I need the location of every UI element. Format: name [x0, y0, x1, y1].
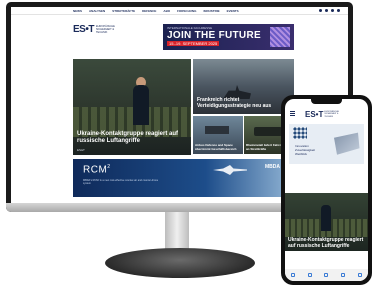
hero-meta: ES&T	[77, 148, 85, 152]
nav-item[interactable]: NEWS	[73, 9, 82, 13]
monitor-stand-base	[105, 248, 255, 278]
nav-item[interactable]: STREITKRÄFTE	[112, 9, 135, 13]
banner-jet-image	[213, 165, 247, 175]
nav-item[interactable]: ABO	[163, 9, 170, 13]
monitor-stand-neck	[165, 212, 189, 252]
browser-toolbar	[285, 269, 368, 281]
banner-brand: RCM2	[83, 164, 111, 175]
social-icon[interactable]	[331, 9, 334, 12]
ad-date: 15.-19. SEPTEMBER 2025	[167, 41, 220, 46]
banner-brand-text: RCM	[83, 164, 108, 176]
secondary-article[interactable]: Frankreich richtet Verteidigungsstrategi…	[193, 59, 294, 114]
nav-item[interactable]: FORSCHUNG	[177, 9, 196, 13]
hamburger-menu-icon[interactable]	[290, 111, 295, 116]
card-title[interactable]: Airbus Defence and Space übernimmt Gesch…	[195, 143, 241, 151]
site-logo[interactable]: ES•T EUROPÄISCHE SICHERHEIT & TECHNIK	[73, 24, 124, 35]
site-navigation: NEWS ANALYSEN STREITKRÄFTE DEFENCE ABO F…	[11, 7, 348, 15]
mobile-site-logo[interactable]: ES•T EUROPÄISCHE SICHERHEIT & TECHNIK	[305, 110, 344, 119]
phone-notch	[311, 99, 342, 104]
mobile-hero-article[interactable]: Ukraine-Kontaktgruppe reagiert auf russi…	[285, 193, 368, 251]
hero-article[interactable]: Ukraine-Kontaktgruppe reagiert auf russi…	[73, 59, 191, 155]
card-image	[205, 126, 229, 134]
ad-list-item: Weitblick	[295, 152, 307, 156]
logo-subtitle: EUROPÄISCHE SICHERHEIT & TECHNIK	[95, 25, 115, 34]
mobile-hero-speaker	[321, 205, 331, 231]
ad-banner-join-the-future[interactable]: INTERNATIONALE FACHMESSE JOIN THE FUTURE…	[163, 24, 294, 50]
search-icon[interactable]	[337, 9, 340, 12]
logo-mark: ES•T	[73, 24, 94, 35]
article-card[interactable]: Airbus Defence and Space übernimmt Gesch…	[193, 116, 243, 154]
hero-image-speaker	[133, 85, 149, 125]
mobile-logo-subtitle: EUROPÄISCHE SICHERHEIT & TECHNIK	[324, 110, 339, 118]
banner-brand-sup: 2	[107, 164, 111, 170]
card-image	[254, 127, 282, 136]
banner-partner-logo: MBDA	[265, 164, 280, 170]
ad-dot-pattern	[293, 127, 307, 139]
mobile-logo-mark: ES•T	[305, 110, 324, 119]
smartphone: ES•T EUROPÄISCHE SICHERHEIT & TECHNIK In…	[281, 95, 372, 285]
banner-description: MBDA's RCM² is a new cost-effective coun…	[83, 179, 159, 185]
mobile-website: ES•T EUROPÄISCHE SICHERHEIT & TECHNIK In…	[285, 99, 368, 281]
nav-item[interactable]: ANALYSEN	[89, 9, 105, 13]
forward-icon[interactable]	[307, 273, 312, 277]
ad-list: Innovation Zuverlässigkeit Weitblick	[295, 144, 315, 156]
social-icons	[319, 9, 348, 12]
back-icon[interactable]	[291, 273, 296, 277]
ad-banner-rcm2[interactable]: RCM2 MBDA's RCM² is a new cost-effective…	[73, 159, 294, 197]
secondary-headline[interactable]: Frankreich richtet Verteidigungsstrategi…	[197, 97, 287, 109]
nav-item[interactable]: DEFENCE	[142, 9, 156, 13]
tabs-icon[interactable]	[357, 273, 362, 277]
mobile-hero-headline[interactable]: Ukraine-Kontaktgruppe reagiert auf russi…	[288, 237, 366, 249]
social-icon[interactable]	[325, 9, 328, 12]
bookmarks-icon[interactable]	[341, 273, 346, 277]
ad-headline: JOIN THE FUTURE	[167, 30, 261, 41]
nav-item[interactable]: INDUSTRIE	[203, 9, 219, 13]
nav-item[interactable]: EVENTS	[227, 9, 239, 13]
hero-headline[interactable]: Ukraine-Kontaktgruppe reagiert auf russi…	[77, 131, 187, 145]
ad-graphic	[334, 132, 360, 155]
mobile-ad-banner[interactable]: Innovation Zuverlässigkeit Weitblick	[289, 124, 364, 164]
share-icon[interactable]	[324, 273, 329, 277]
social-icon[interactable]	[319, 9, 322, 12]
ad-graphic	[270, 27, 290, 47]
